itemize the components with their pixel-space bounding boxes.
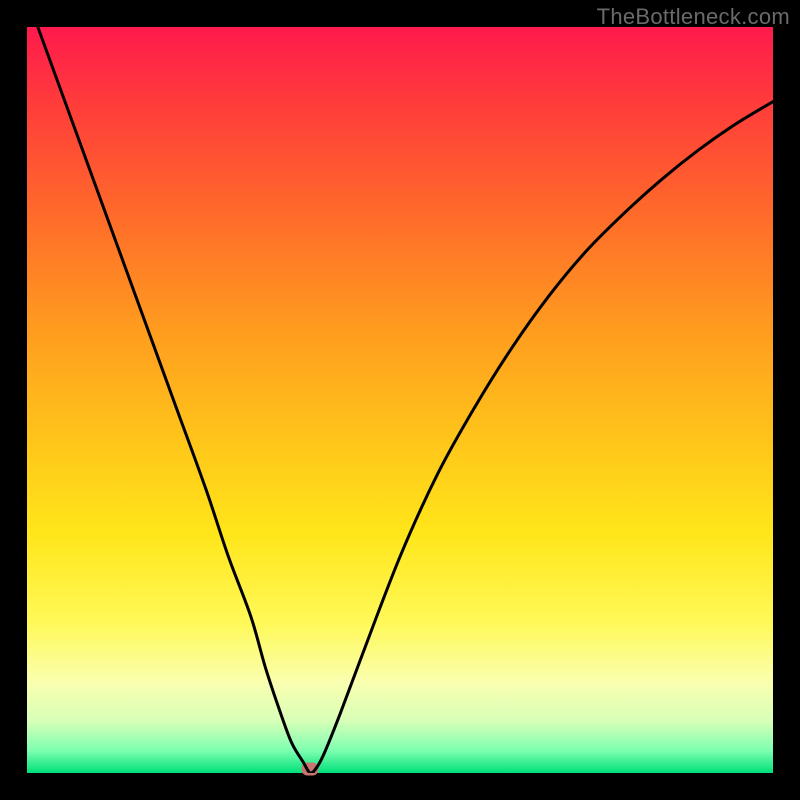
watermark-label: TheBottleneck.com: [597, 4, 790, 30]
curve-svg: [27, 27, 773, 773]
plot-area: [27, 27, 773, 773]
chart-frame: TheBottleneck.com: [0, 0, 800, 800]
bottleneck-curve: [27, 27, 773, 773]
